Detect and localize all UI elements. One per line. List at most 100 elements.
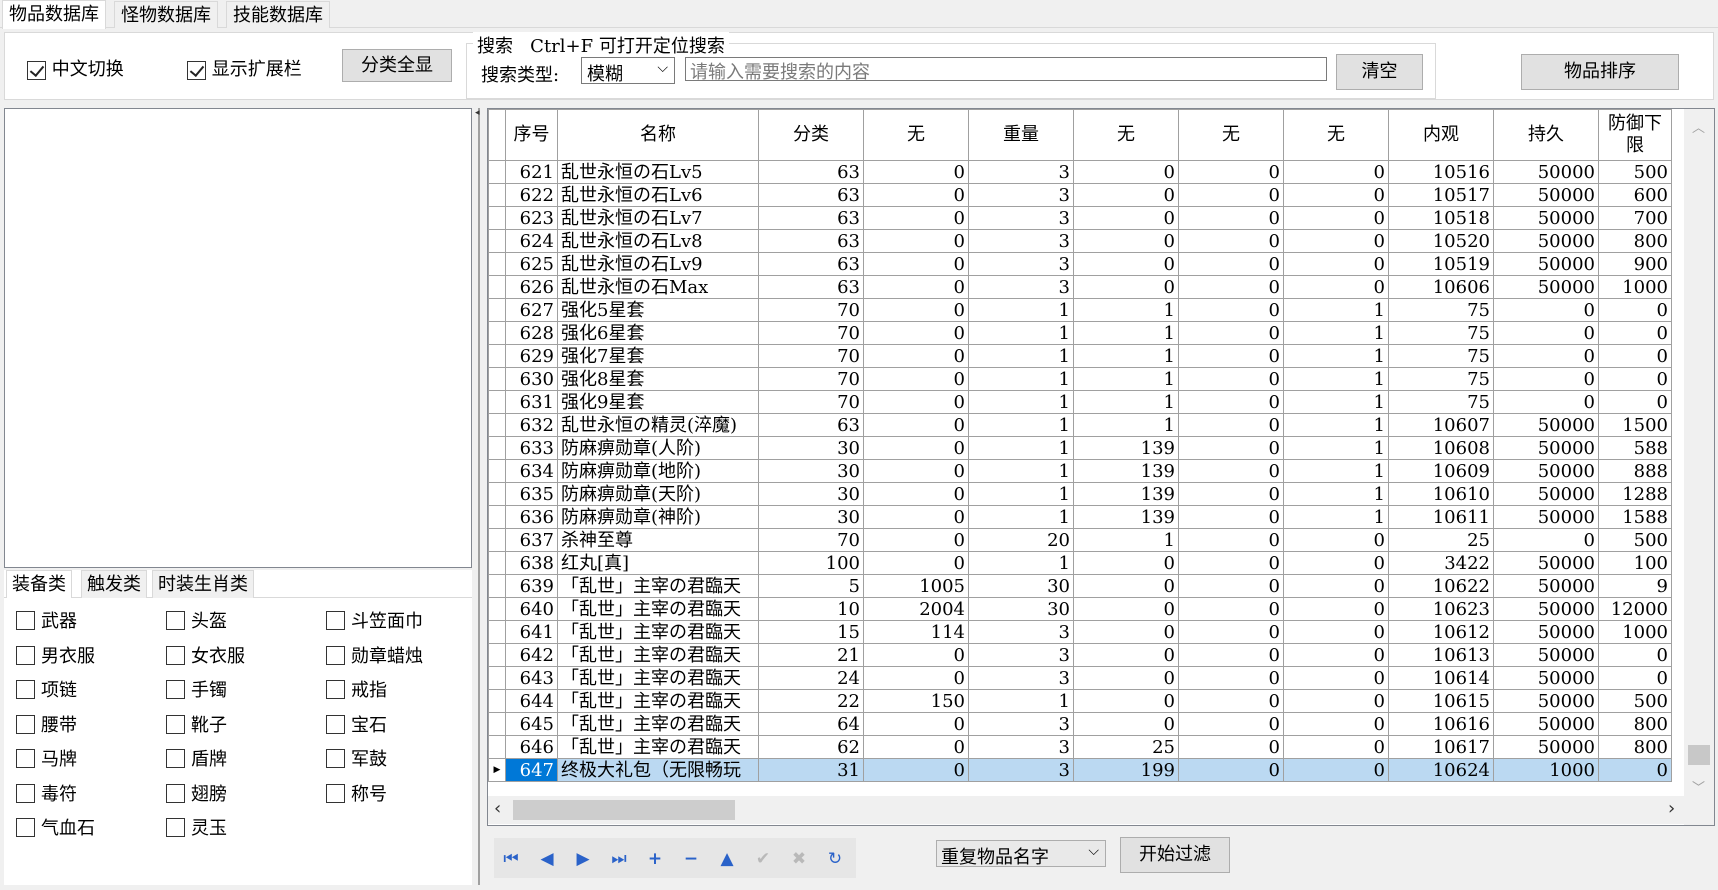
table-cell[interactable]: 0 xyxy=(1178,183,1284,207)
row-index-cell[interactable]: 625 xyxy=(505,252,558,276)
table-cell[interactable]: 10616 xyxy=(1388,712,1494,736)
row-index-cell[interactable]: 623 xyxy=(505,206,558,230)
table-cell[interactable]: 10610 xyxy=(1388,482,1494,506)
table-cell[interactable]: 800 xyxy=(1598,712,1672,736)
table-cell[interactable]: 1 xyxy=(1283,413,1389,437)
table-cell[interactable]: 0 xyxy=(1283,183,1389,207)
item-name-cell[interactable]: 「乱世」主宰の君臨天 xyxy=(557,597,759,621)
search-type-select[interactable]: 模糊 ⌵ xyxy=(581,57,675,85)
table-cell[interactable]: 3 xyxy=(968,229,1074,253)
table-cell[interactable]: 0 xyxy=(1178,275,1284,299)
row-indicator[interactable] xyxy=(488,643,506,667)
table-cell[interactable]: 50000 xyxy=(1493,597,1599,621)
table-cell[interactable]: 114 xyxy=(863,620,969,644)
table-cell[interactable]: 0 xyxy=(1178,528,1284,552)
column-header[interactable]: 序号 xyxy=(505,109,558,161)
tab-monster-database[interactable]: 怪物数据库 xyxy=(114,1,218,28)
table-cell[interactable]: 1 xyxy=(1283,505,1389,529)
table-cell[interactable]: 0 xyxy=(1283,275,1389,299)
table-cell[interactable]: 0 xyxy=(1598,666,1672,690)
table-cell[interactable]: 1 xyxy=(1073,390,1179,414)
table-cell[interactable]: 63 xyxy=(758,183,864,207)
table-cell[interactable]: 500 xyxy=(1598,528,1672,552)
row-indicator[interactable] xyxy=(488,551,506,575)
column-header[interactable]: 重量 xyxy=(968,109,1074,161)
search-input[interactable]: 请输入需要搜索的内容 xyxy=(685,57,1327,83)
row-indicator[interactable] xyxy=(488,160,506,184)
table-cell[interactable]: 50000 xyxy=(1493,551,1599,575)
item-name-cell[interactable]: 乱世永恒の石Max xyxy=(557,275,759,299)
table-cell[interactable]: 3 xyxy=(968,735,1074,759)
row-index-cell[interactable]: 640 xyxy=(505,597,558,621)
table-cell[interactable]: 0 xyxy=(863,206,969,230)
table-cell[interactable]: 0 xyxy=(863,758,969,782)
table-cell[interactable]: 139 xyxy=(1073,505,1179,529)
table-cell[interactable]: 0 xyxy=(863,436,969,460)
table-cell[interactable]: 63 xyxy=(758,160,864,184)
table-cell[interactable]: 10614 xyxy=(1388,666,1494,690)
table-cell[interactable]: 1500 xyxy=(1598,413,1672,437)
row-index-cell[interactable]: 638 xyxy=(505,551,558,575)
table-row[interactable]: 640 「乱世」主宰の君臨天 10 2004 30 0 0 0 10623 50000 12000 xyxy=(488,597,1672,621)
table-cell[interactable]: 50000 xyxy=(1493,735,1599,759)
table-cell[interactable]: 0 xyxy=(1598,758,1672,782)
table-cell[interactable]: 1 xyxy=(968,505,1074,529)
table-cell[interactable]: 0 xyxy=(1178,620,1284,644)
edit-record-icon[interactable]: ▲ xyxy=(714,846,740,872)
insert-record-icon[interactable]: + xyxy=(642,846,668,872)
table-cell[interactable]: 0 xyxy=(863,459,969,483)
table-cell[interactable]: 1000 xyxy=(1598,275,1672,299)
table-cell[interactable]: 1 xyxy=(1283,298,1389,322)
item-name-cell[interactable]: 强化6星套 xyxy=(557,321,759,345)
table-cell[interactable]: 0 xyxy=(1283,551,1389,575)
category-checkbox[interactable]: 毒符 xyxy=(16,783,77,807)
table-cell[interactable]: 1 xyxy=(1073,321,1179,345)
table-row[interactable]: 632 乱世永恒の精灵(淬魔) 63 0 1 1 0 1 10607 50000 1500 xyxy=(488,413,1672,437)
table-cell[interactable]: 900 xyxy=(1598,252,1672,276)
row-indicator[interactable] xyxy=(488,275,506,299)
table-cell[interactable]: 50000 xyxy=(1493,252,1599,276)
table-cell[interactable]: 3422 xyxy=(1388,551,1494,575)
table-cell[interactable]: 888 xyxy=(1598,459,1672,483)
item-name-cell[interactable]: 「乱世」主宰の君臨天 xyxy=(557,620,759,644)
table-cell[interactable]: 0 xyxy=(863,321,969,345)
row-index-cell[interactable]: 626 xyxy=(505,275,558,299)
row-indicator[interactable]: ▶ xyxy=(488,758,506,782)
show-all-categories-button[interactable]: 分类全显 xyxy=(342,49,452,82)
table-cell[interactable]: 63 xyxy=(758,413,864,437)
table-cell[interactable]: 0 xyxy=(1178,551,1284,575)
table-cell[interactable]: 0 xyxy=(1073,252,1179,276)
table-cell[interactable]: 0 xyxy=(1178,252,1284,276)
table-cell[interactable]: 0 xyxy=(1178,344,1284,368)
category-checkbox[interactable]: 宝石 xyxy=(326,714,387,738)
row-indicator[interactable] xyxy=(488,597,506,621)
table-cell[interactable]: 199 xyxy=(1073,758,1179,782)
table-cell[interactable]: 50000 xyxy=(1493,183,1599,207)
table-cell[interactable]: 1000 xyxy=(1598,620,1672,644)
table-row[interactable]: 639 「乱世」主宰の君臨天 5 1005 30 0 0 0 10622 50000 9 xyxy=(488,574,1672,598)
table-cell[interactable]: 63 xyxy=(758,229,864,253)
scroll-down-icon[interactable]: ﹀ xyxy=(1692,777,1705,796)
item-name-cell[interactable]: 强化9星套 xyxy=(557,390,759,414)
scroll-right-icon[interactable]: › xyxy=(1668,798,1675,819)
row-index-cell[interactable]: 647 xyxy=(505,758,558,782)
table-cell[interactable]: 0 xyxy=(1283,712,1389,736)
table-cell[interactable]: 3 xyxy=(968,758,1074,782)
row-index-cell[interactable]: 637 xyxy=(505,528,558,552)
clear-button[interactable]: 清空 xyxy=(1336,54,1423,90)
row-indicator[interactable] xyxy=(488,712,506,736)
table-cell[interactable]: 62 xyxy=(758,735,864,759)
table-cell[interactable]: 0 xyxy=(1283,735,1389,759)
item-name-cell[interactable]: 强化5星套 xyxy=(557,298,759,322)
table-cell[interactable]: 1 xyxy=(968,390,1074,414)
table-cell[interactable]: 1000 xyxy=(1493,758,1599,782)
table-cell[interactable]: 0 xyxy=(1598,390,1672,414)
row-index-cell[interactable]: 642 xyxy=(505,643,558,667)
table-cell[interactable]: 0 xyxy=(1178,689,1284,713)
column-header[interactable]: 持久 xyxy=(1493,109,1599,161)
table-cell[interactable]: 0 xyxy=(1283,643,1389,667)
table-cell[interactable]: 0 xyxy=(863,505,969,529)
table-cell[interactable]: 75 xyxy=(1388,298,1494,322)
table-cell[interactable]: 0 xyxy=(863,643,969,667)
table-cell[interactable]: 0 xyxy=(863,229,969,253)
